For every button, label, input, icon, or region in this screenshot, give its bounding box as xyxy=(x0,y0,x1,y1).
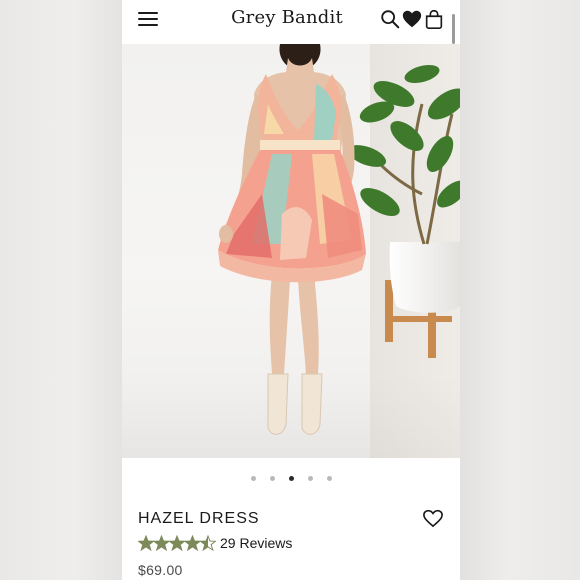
scrollbar[interactable] xyxy=(452,14,455,44)
backdrop-right xyxy=(460,0,580,580)
product-photo[interactable] xyxy=(122,44,460,458)
brand-logo[interactable]: Grey Bandit xyxy=(212,7,362,28)
rating-stars xyxy=(137,534,217,552)
carousel-dot-4[interactable] xyxy=(307,476,313,481)
carousel-dots xyxy=(122,476,460,486)
product-illustration xyxy=(218,44,460,435)
wishlist-heart-icon[interactable] xyxy=(422,508,444,528)
plant-pot xyxy=(389,242,460,313)
carousel-dot-5[interactable] xyxy=(326,476,332,481)
heart-icon[interactable] xyxy=(401,8,423,30)
mobile-screen: Grey Bandit HAZEL DRESS 29 Reviews $69.0… xyxy=(122,0,460,580)
reviews-link[interactable]: 29 Reviews xyxy=(220,535,292,551)
site-header: Grey Bandit xyxy=(122,0,460,44)
carousel-dot-1[interactable] xyxy=(250,476,256,481)
product-title: HAZEL DRESS xyxy=(138,510,260,527)
search-icon[interactable] xyxy=(379,8,401,30)
model-figure xyxy=(218,44,366,435)
carousel-dot-3[interactable] xyxy=(288,476,294,481)
star-rating-icon xyxy=(137,534,217,551)
backdrop-left xyxy=(0,0,122,580)
hamburger-menu-icon[interactable] xyxy=(138,10,160,28)
plant-leaves xyxy=(347,64,460,216)
product-price: $69.00 xyxy=(138,562,183,578)
carousel-dot-2[interactable] xyxy=(269,476,275,481)
shopping-bag-icon[interactable] xyxy=(423,8,445,30)
